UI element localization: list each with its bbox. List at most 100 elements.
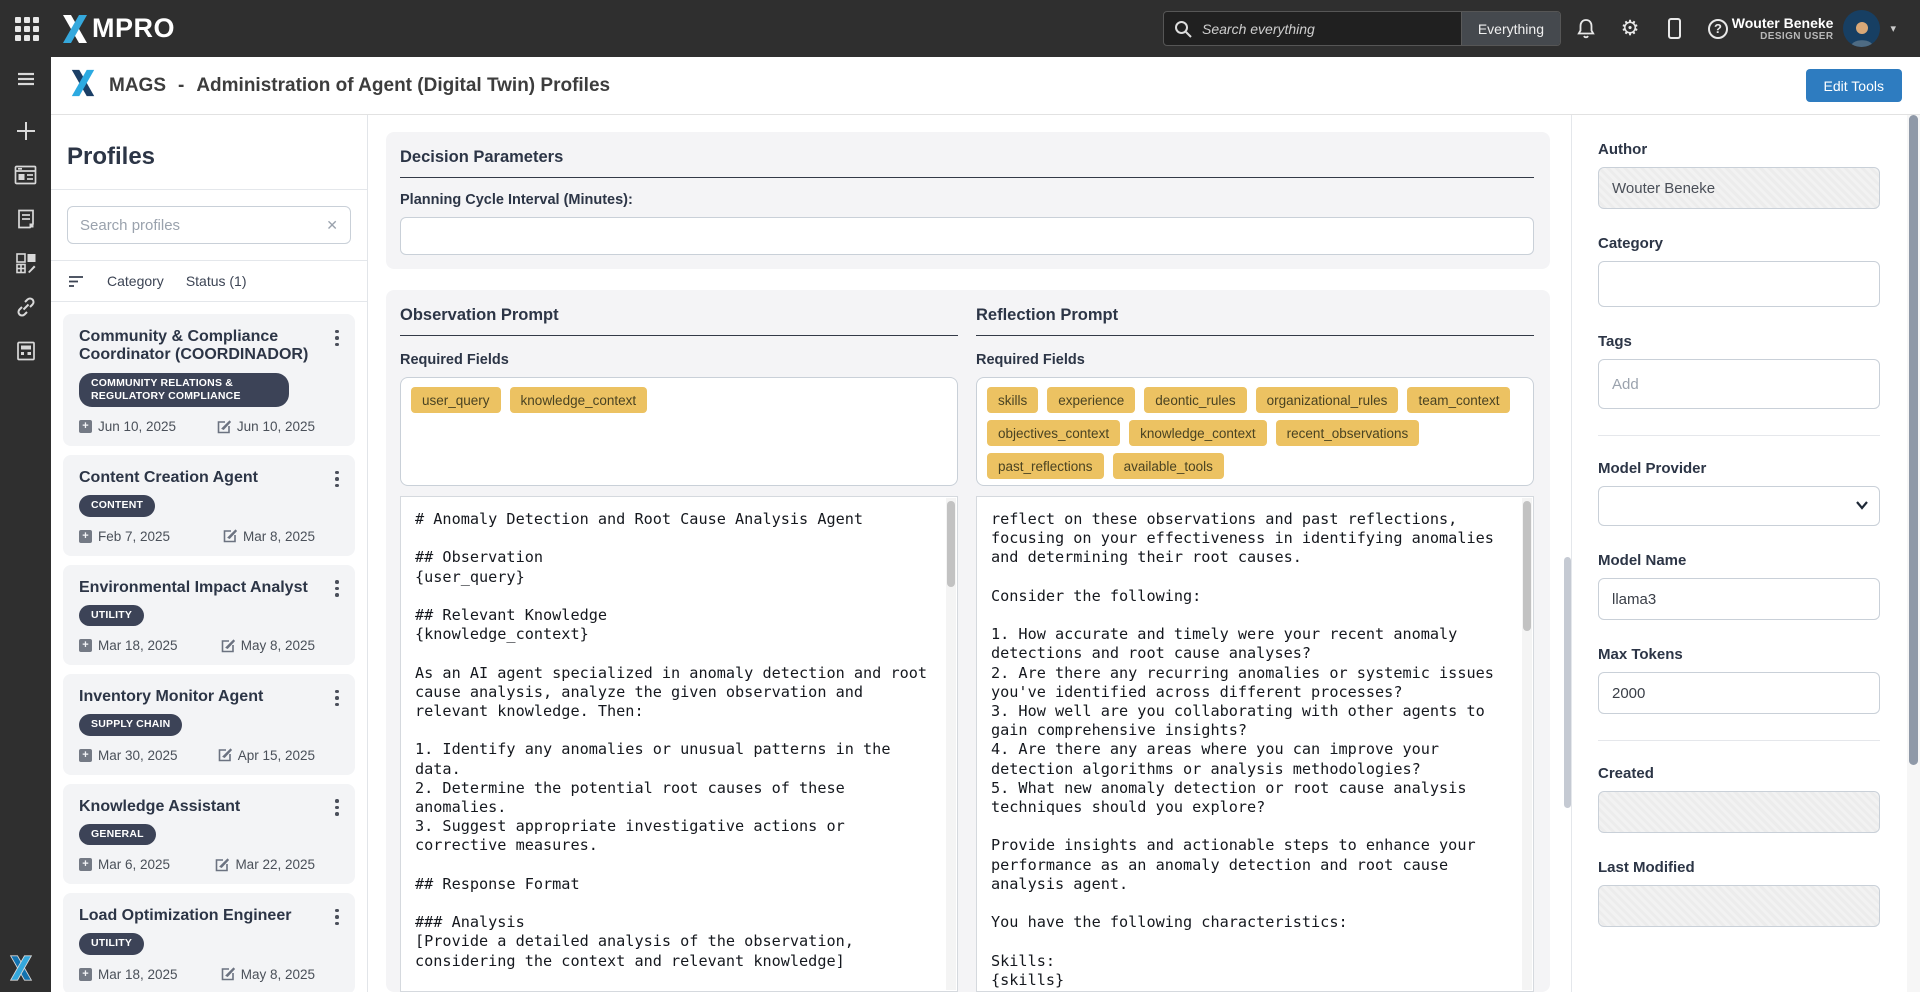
required-field-tag: experience	[1047, 387, 1135, 413]
required-field-tag: knowledge_context	[1129, 420, 1267, 446]
calculator-icon[interactable]	[0, 329, 51, 373]
author-label: Author	[1598, 141, 1880, 158]
search-scope-button[interactable]: Everything	[1461, 12, 1560, 45]
connections-link-icon[interactable]	[0, 285, 51, 329]
profiles-search: ✕	[67, 206, 351, 244]
app-launcher-icon[interactable]	[12, 14, 42, 44]
category-input[interactable]	[1598, 261, 1880, 307]
modified-date: May 8, 2025	[221, 967, 315, 982]
window-scrollbar-track[interactable]	[1907, 57, 1920, 992]
observation-prompt-editor: # Anomaly Detection and Root Cause Analy…	[400, 496, 958, 992]
planning-cycle-input[interactable]	[400, 217, 1534, 255]
created-plus-icon: +	[79, 530, 92, 543]
profiles-search-input[interactable]	[68, 217, 314, 234]
modified-pencil-icon	[218, 748, 232, 762]
created-plus-icon: +	[79, 858, 92, 871]
modified-pencil-icon	[221, 639, 235, 653]
card-menu-icon[interactable]	[327, 467, 347, 491]
user-menu-caret-icon: ▾	[1890, 22, 1896, 35]
profile-card[interactable]: Content Creation Agent CONTENT + Feb 7, …	[63, 455, 355, 556]
settings-gear-icon[interactable]: ⚙	[1619, 18, 1641, 40]
created-plus-icon: +	[79, 420, 92, 433]
profile-card-title: Community & Compliance Coordinator (COOR…	[79, 328, 315, 365]
observation-required-fields-label: Required Fields	[400, 352, 958, 368]
last-modified-input	[1598, 885, 1880, 927]
max-tokens-input[interactable]	[1598, 672, 1880, 714]
planning-cycle-label: Planning Cycle Interval (Minutes):	[400, 192, 1534, 208]
profiles-list: Community & Compliance Coordinator (COOR…	[51, 302, 367, 992]
modified-date: Apr 15, 2025	[218, 748, 315, 763]
filter-category[interactable]: Category	[107, 273, 164, 289]
required-field-tag: recent_observations	[1276, 420, 1420, 446]
created-plus-icon: +	[79, 968, 92, 981]
edit-tools-button[interactable]: Edit Tools	[1806, 69, 1902, 102]
profile-card[interactable]: Knowledge Assistant GENERAL + Mar 6, 202…	[63, 784, 355, 885]
user-name: Wouter Beneke	[1732, 15, 1834, 31]
filter-icon[interactable]	[67, 273, 85, 289]
content-scrollbar-thumb[interactable]	[1564, 557, 1571, 808]
modified-date: May 8, 2025	[221, 638, 315, 653]
user-role: DESIGN USER	[1732, 31, 1834, 42]
xmpro-logo[interactable]: MPRO	[60, 13, 175, 44]
tags-input[interactable]	[1598, 359, 1880, 409]
last-modified-label: Last Modified	[1598, 859, 1880, 876]
card-menu-icon[interactable]	[327, 577, 347, 601]
modified-pencil-icon	[221, 967, 235, 981]
mobile-device-icon[interactable]	[1663, 18, 1685, 40]
add-icon[interactable]	[0, 109, 51, 153]
avatar[interactable]	[1843, 10, 1880, 47]
profile-card-title: Inventory Monitor Agent	[79, 688, 315, 706]
page-header: MAGS-Administration of Agent (Digital Tw…	[51, 57, 1920, 115]
card-menu-icon[interactable]	[327, 905, 347, 929]
main-content: Decision Parameters Planning Cycle Inter…	[368, 115, 1564, 992]
prompts-section: Observation Prompt Required Fields user_…	[386, 290, 1550, 992]
profile-card[interactable]: Inventory Monitor Agent SUPPLY CHAIN + M…	[63, 674, 355, 775]
created-label: Created	[1598, 765, 1880, 782]
reflection-prompt-title: Reflection Prompt	[976, 306, 1534, 336]
help-icon[interactable]: ?	[1707, 18, 1729, 40]
observation-prompt-column: Observation Prompt Required Fields user_…	[400, 306, 958, 992]
created-plus-icon: +	[79, 749, 92, 762]
forms-icon[interactable]	[0, 197, 51, 241]
required-field-tag: user_query	[411, 387, 501, 413]
filter-status[interactable]: Status (1)	[186, 273, 247, 289]
search-icon	[1174, 20, 1192, 38]
global-search-input[interactable]	[1192, 21, 1461, 37]
profiles-filters: Category Status (1)	[51, 261, 367, 301]
decision-parameters-title: Decision Parameters	[400, 148, 1534, 178]
card-menu-icon[interactable]	[327, 326, 347, 350]
profiles-panel: Profiles ✕ Category Status (1) Community…	[51, 115, 368, 992]
profile-card-title: Content Creation Agent	[79, 469, 315, 487]
user-menu[interactable]: Wouter Beneke DESIGN USER ▾	[1732, 0, 1896, 57]
model-name-input[interactable]	[1598, 578, 1880, 620]
modified-pencil-icon	[223, 529, 237, 543]
modified-date: Mar 8, 2025	[223, 529, 315, 544]
notifications-icon[interactable]	[1575, 18, 1597, 40]
modified-pencil-icon	[217, 420, 231, 434]
observation-prompt-textarea[interactable]: # Anomaly Detection and Root Cause Analy…	[401, 497, 957, 991]
model-provider-label: Model Provider	[1598, 460, 1880, 477]
created-date: + Mar 18, 2025	[79, 967, 178, 982]
dashboards-icon[interactable]	[0, 153, 51, 197]
widgets-icon[interactable]	[0, 241, 51, 285]
clear-search-icon[interactable]: ✕	[314, 217, 350, 234]
reflection-scrollbar-thumb[interactable]	[1523, 501, 1531, 631]
top-bar: MPRO Everything ⚙ ? Wouter Beneke DESIGN…	[0, 0, 1920, 57]
model-provider-select[interactable]	[1598, 486, 1880, 526]
profile-card[interactable]: Load Optimization Engineer UTILITY + Mar…	[63, 893, 355, 992]
menu-icon[interactable]	[0, 57, 51, 101]
app-name: MAGS	[109, 75, 166, 96]
max-tokens-label: Max Tokens	[1598, 646, 1880, 663]
card-menu-icon[interactable]	[327, 796, 347, 820]
card-menu-icon[interactable]	[327, 686, 347, 710]
profile-category-badge: COMMUNITY RELATIONS & REGULATORY COMPLIA…	[79, 373, 289, 407]
author-input	[1598, 167, 1880, 209]
required-field-tag: available_tools	[1113, 453, 1224, 479]
observation-scrollbar-thumb[interactable]	[947, 501, 955, 587]
profile-card-title: Knowledge Assistant	[79, 798, 315, 816]
reflection-prompt-textarea[interactable]: reflect on these observations and past r…	[977, 497, 1533, 991]
profile-card[interactable]: Community & Compliance Coordinator (COOR…	[63, 314, 355, 446]
window-scrollbar-thumb[interactable]	[1909, 115, 1918, 765]
created-plus-icon: +	[79, 639, 92, 652]
profile-card[interactable]: Environmental Impact Analyst UTILITY + M…	[63, 565, 355, 666]
